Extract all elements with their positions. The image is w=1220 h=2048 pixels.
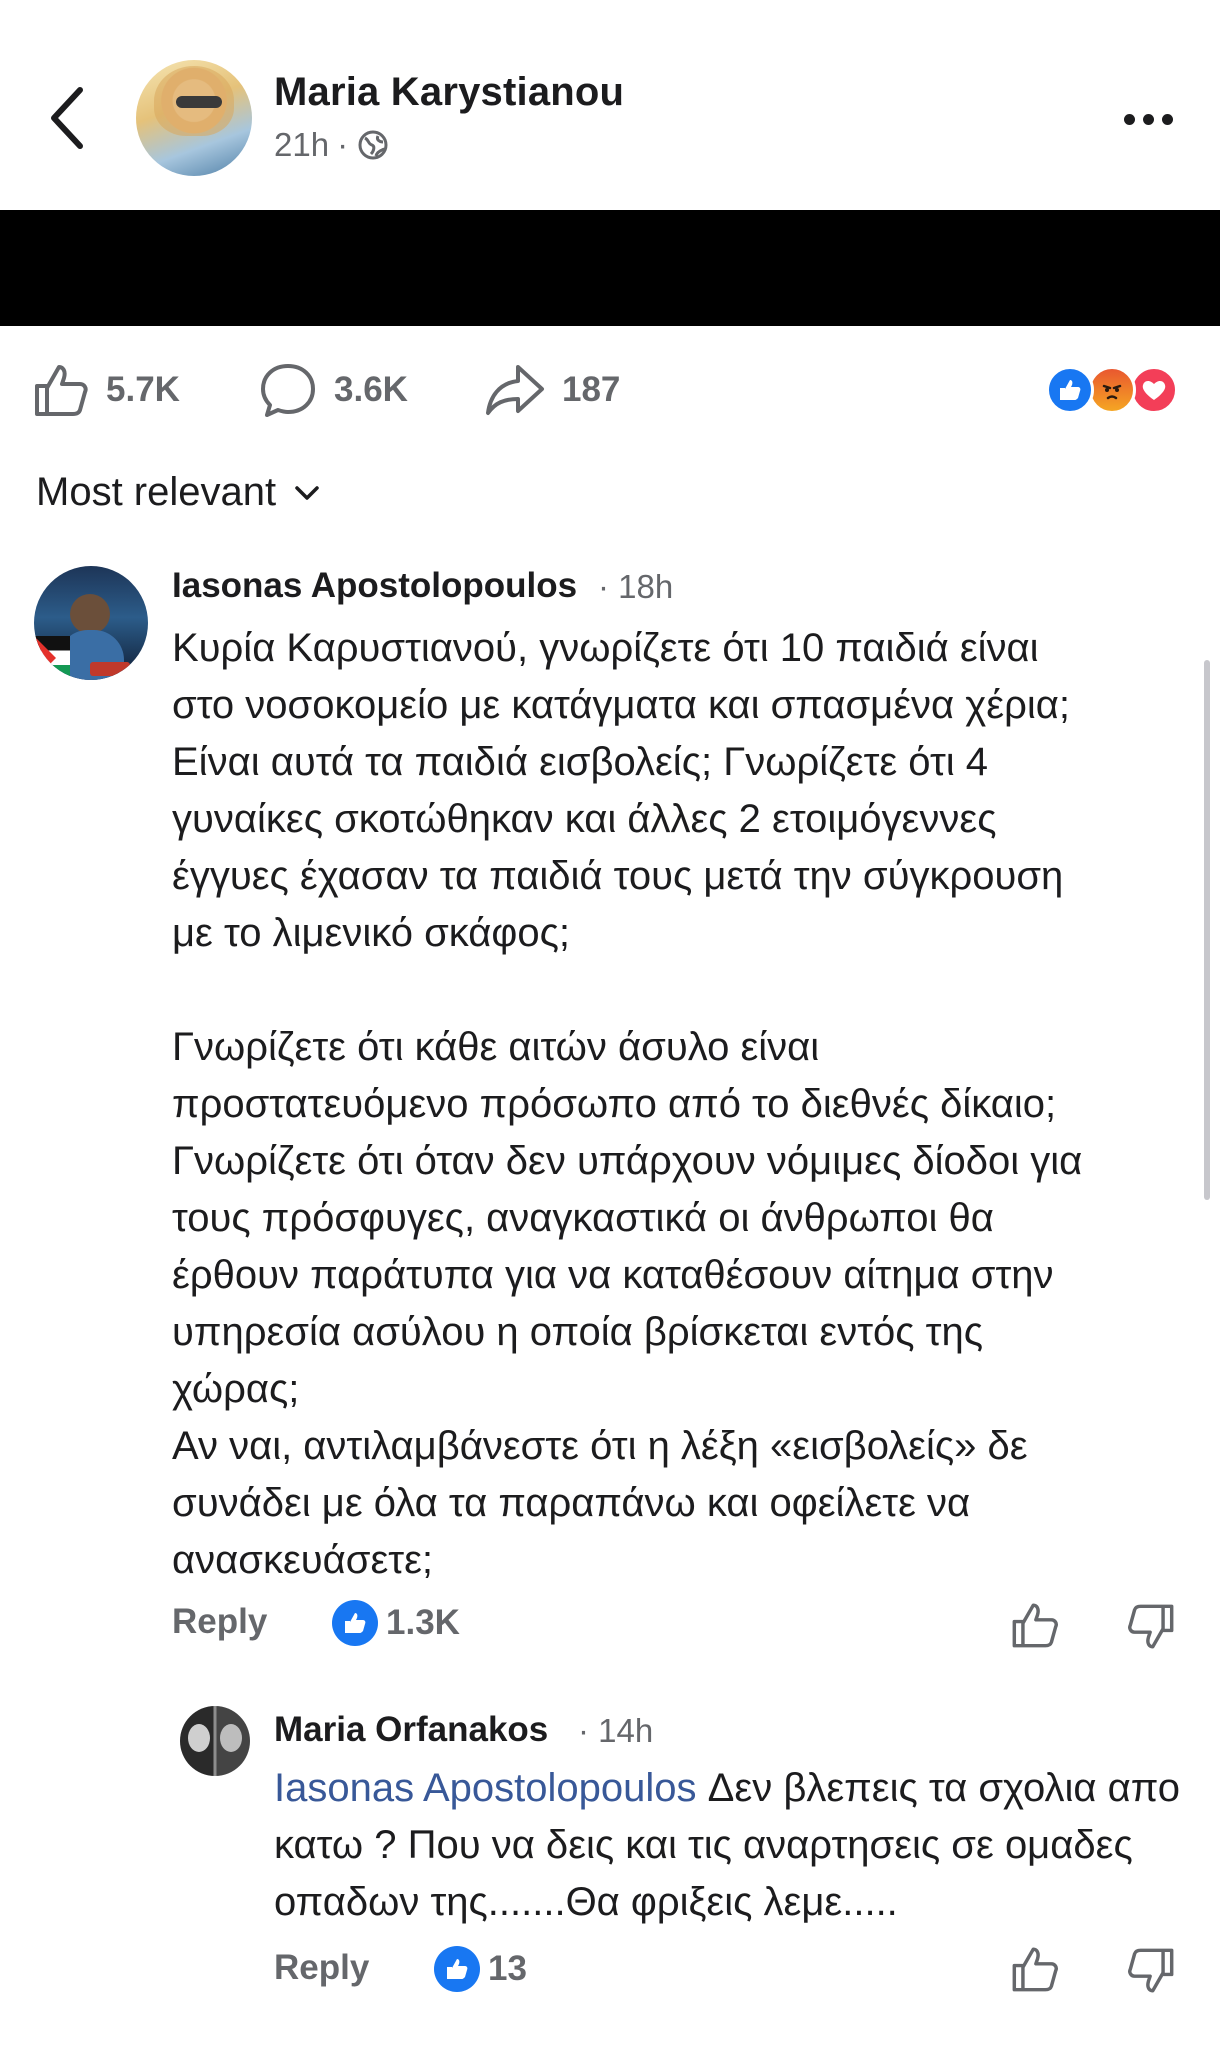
share-button[interactable]: 187 bbox=[484, 360, 620, 420]
chevron-left-icon bbox=[51, 87, 83, 149]
reply-commenter-avatar[interactable] bbox=[180, 1706, 250, 1776]
thumbs-up-icon bbox=[35, 365, 88, 416]
author-avatar[interactable] bbox=[136, 60, 252, 176]
upvote-button[interactable] bbox=[1010, 1944, 1060, 1994]
reaction-summary[interactable] bbox=[1046, 366, 1186, 416]
redacted-post-content bbox=[0, 210, 1220, 326]
commenter-avatar[interactable] bbox=[34, 566, 148, 680]
angry-reaction-icon bbox=[1088, 366, 1136, 414]
thumbs-up-icon bbox=[1012, 1603, 1058, 1648]
comment-count: 3.6K bbox=[334, 370, 408, 409]
upvote-button[interactable] bbox=[1010, 1600, 1060, 1650]
comment-bubble-icon bbox=[261, 364, 315, 417]
like-count-value: 13 bbox=[488, 1949, 527, 1988]
meta-separator: · bbox=[337, 126, 349, 163]
post-author-name[interactable]: Maria Karystianou bbox=[274, 70, 624, 115]
sort-label: Most relevant bbox=[36, 470, 277, 514]
like-count: 5.7K bbox=[106, 370, 180, 409]
dot bbox=[1161, 113, 1173, 125]
reply-time: · 14h bbox=[578, 1712, 654, 1749]
like-count-value: 1.3K bbox=[386, 1603, 460, 1642]
love-reaction-icon bbox=[1130, 366, 1178, 414]
commenter-name[interactable]: Iasonas Apostolopoulos bbox=[172, 566, 577, 606]
chevron-down-icon bbox=[295, 485, 319, 500]
like-button[interactable]: 5.7K bbox=[32, 360, 180, 420]
share-arrow-icon bbox=[486, 365, 544, 415]
like-reaction-icon bbox=[1046, 366, 1094, 414]
dot bbox=[1142, 113, 1154, 125]
reply-button[interactable]: Reply bbox=[274, 1948, 369, 1988]
comment-button[interactable]: 3.6K bbox=[258, 360, 408, 420]
thumbs-down-icon bbox=[1128, 1948, 1174, 1993]
share-count: 187 bbox=[562, 370, 621, 409]
thumbs-down-icon bbox=[1128, 1604, 1174, 1649]
reply-text: Iasonas Apostolopoulos Δεν βλεπεις τα σχ… bbox=[274, 1760, 1204, 1931]
thumbs-up-icon bbox=[1012, 1947, 1058, 1992]
post-meta: 21h · bbox=[274, 126, 390, 164]
comment-time: · 18h bbox=[598, 568, 674, 605]
back-button[interactable] bbox=[40, 80, 96, 156]
comment-like-count[interactable]: 13 bbox=[434, 1946, 527, 1992]
reply-commenter-name[interactable]: Maria Orfanakos bbox=[274, 1710, 548, 1750]
more-options-button[interactable] bbox=[1118, 100, 1178, 138]
reply-button[interactable]: Reply bbox=[172, 1602, 267, 1642]
like-reaction-icon bbox=[332, 1600, 378, 1646]
downvote-button[interactable] bbox=[1126, 1602, 1176, 1652]
post-time: 21h bbox=[274, 126, 330, 163]
comment-like-count[interactable]: 1.3K bbox=[332, 1600, 460, 1646]
dot bbox=[1123, 113, 1135, 125]
downvote-button[interactable] bbox=[1126, 1946, 1176, 1996]
scrollbar[interactable] bbox=[1204, 660, 1210, 1200]
like-reaction-icon bbox=[434, 1946, 480, 1992]
mention-link[interactable]: Iasonas Apostolopoulos bbox=[274, 1766, 697, 1810]
comment-sort-dropdown[interactable]: Most relevant bbox=[36, 470, 322, 515]
comment-text: Κυρία Καρυστιανού, γνωρίζετε ότι 10 παιδ… bbox=[172, 626, 1083, 1582]
globe-icon bbox=[358, 130, 388, 160]
